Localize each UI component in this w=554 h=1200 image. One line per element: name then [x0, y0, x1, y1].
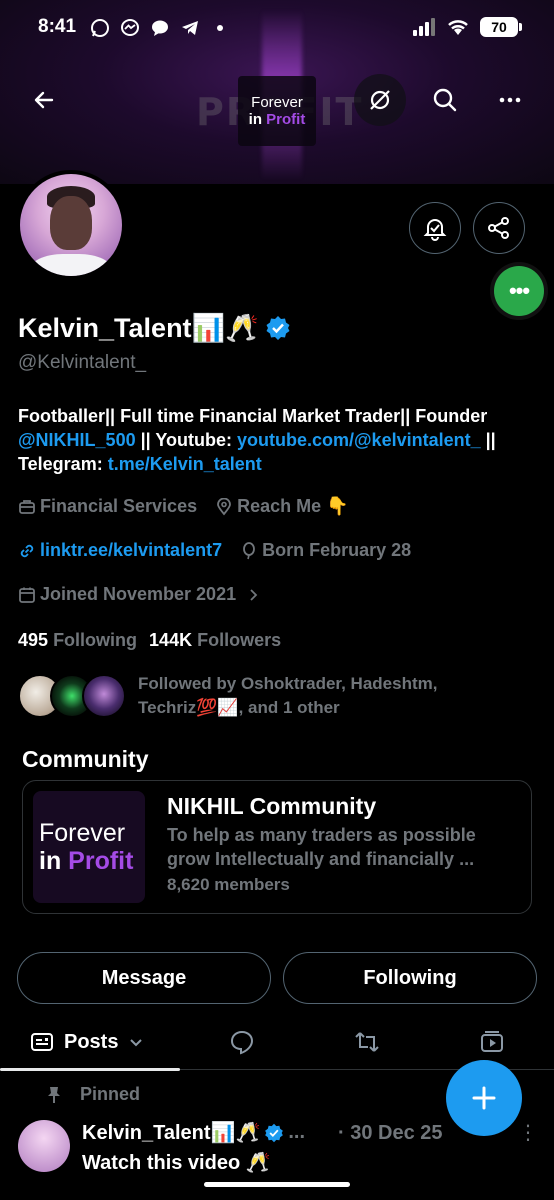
wifi-icon [448, 20, 468, 35]
profile-birthday: Born February 28 [262, 540, 412, 560]
community-members: 8,620 members [167, 875, 290, 894]
tab-reposts[interactable] [341, 1014, 393, 1070]
community-section-title: Community [22, 746, 149, 772]
avatar-image [20, 174, 122, 276]
chevron-down-icon [130, 1039, 143, 1047]
pin-icon [48, 1086, 60, 1103]
notifications-button[interactable] [409, 202, 461, 254]
no-grok-icon [370, 90, 390, 110]
link-icon [20, 544, 34, 557]
post-author-avatar[interactable] [18, 1120, 70, 1172]
post-date: · 30 Dec 25 [338, 1122, 443, 1144]
profile-meta-row-2: linktr.ee/kelvintalent7 Born February 28 [18, 540, 411, 561]
status-bar: 8:41 70 [0, 0, 554, 56]
profile-name: Kelvin_Talent📊🥂 [18, 313, 259, 343]
post-text: Watch this video 🥂 [82, 1152, 271, 1174]
search-button[interactable] [419, 74, 471, 126]
mention-link[interactable]: @NIKHIL_500 [18, 430, 136, 450]
location-pin-icon [217, 497, 231, 515]
grok-button[interactable] [354, 74, 406, 126]
message-button[interactable]: Message [17, 952, 271, 1004]
follow-counts: 495 Following 144K Followers [18, 630, 281, 651]
profile-category: Financial Services [40, 496, 198, 516]
active-tab-indicator [0, 1068, 180, 1071]
more-icon [499, 97, 521, 103]
notification-bell-icon [423, 219, 447, 241]
dot-icon [217, 25, 223, 31]
post-author-name: Kelvin_Talent📊🥂 ... [82, 1121, 306, 1144]
pinned-label: Pinned [46, 1084, 140, 1105]
posts-icon [31, 1033, 53, 1051]
chat-icon [152, 20, 168, 36]
profile-location: Reach Me 👇 [237, 496, 349, 516]
signal-icon [413, 18, 435, 36]
calendar-icon [19, 587, 35, 603]
community-card[interactable]: Forever in Profit NIKHIL Community To he… [22, 780, 532, 914]
banner-logo: Forever in Profit [238, 76, 316, 146]
community-logo: Forever in Profit [33, 791, 145, 903]
following-button[interactable]: Following [283, 952, 537, 1004]
replies-icon [230, 1030, 254, 1055]
compose-post-button[interactable] [446, 1060, 522, 1136]
home-indicator[interactable] [204, 1182, 350, 1187]
tab-posts[interactable]: Posts [30, 1014, 144, 1070]
chevron-right-icon [250, 588, 258, 601]
balloon-icon [243, 541, 255, 559]
followed-by-text: Followed by Oshoktrader, Hadeshtm, Techr… [138, 674, 438, 717]
repost-icon [355, 1032, 379, 1052]
tab-replies[interactable] [216, 1014, 268, 1070]
profile-meta-row-1: Financial Services Reach Me 👇 [18, 496, 349, 517]
verified-badge-icon [265, 1123, 284, 1142]
back-arrow-icon [34, 91, 54, 109]
followed-by-row[interactable]: Followed by Oshoktrader, Hadeshtm, Techr… [18, 672, 498, 720]
share-button[interactable] [473, 202, 525, 254]
telegram-link[interactable]: t.me/Kelvin_talent [108, 454, 262, 474]
profile-website[interactable]: linktr.ee/kelvintalent7 [40, 540, 222, 561]
telegram-icon [182, 21, 198, 35]
verified-badge-icon[interactable] [265, 315, 291, 341]
back-button[interactable] [18, 74, 70, 126]
followers-stat[interactable]: 144K Followers [149, 630, 281, 651]
follower-avatar [82, 674, 126, 718]
profile-name-row: Kelvin_Talent📊🥂 [18, 312, 291, 344]
profile-bio: Footballer|| Full time Financial Market … [18, 406, 496, 474]
messenger-icon [121, 19, 139, 36]
status-time: 8:41 [38, 16, 77, 37]
profile-handle: @Kelvintalent_ [18, 352, 147, 373]
floating-chat-button[interactable]: ••• [494, 266, 544, 316]
community-description: To help as many traders as possible grow… [167, 825, 476, 869]
profile-joined: Joined November 2021 [40, 584, 237, 604]
profile-avatar[interactable] [16, 170, 126, 280]
whatsapp-icon [91, 19, 109, 37]
media-icon [481, 1031, 503, 1052]
post-more-button[interactable]: ⋮ [518, 1120, 538, 1145]
plus-icon [472, 1086, 496, 1110]
community-name: NIKHIL Community [167, 793, 377, 819]
following-stat[interactable]: 495 Following [18, 630, 137, 651]
youtube-link[interactable]: youtube.com/@kelvintalent_ [237, 430, 481, 450]
dots-icon: ••• [508, 278, 530, 303]
battery-indicator: 70 [480, 17, 522, 37]
more-options-button[interactable] [484, 74, 536, 126]
search-icon [433, 88, 457, 112]
share-icon [488, 217, 509, 239]
profile-joined-row[interactable]: Joined November 2021 [18, 584, 260, 605]
briefcase-icon [19, 499, 35, 514]
